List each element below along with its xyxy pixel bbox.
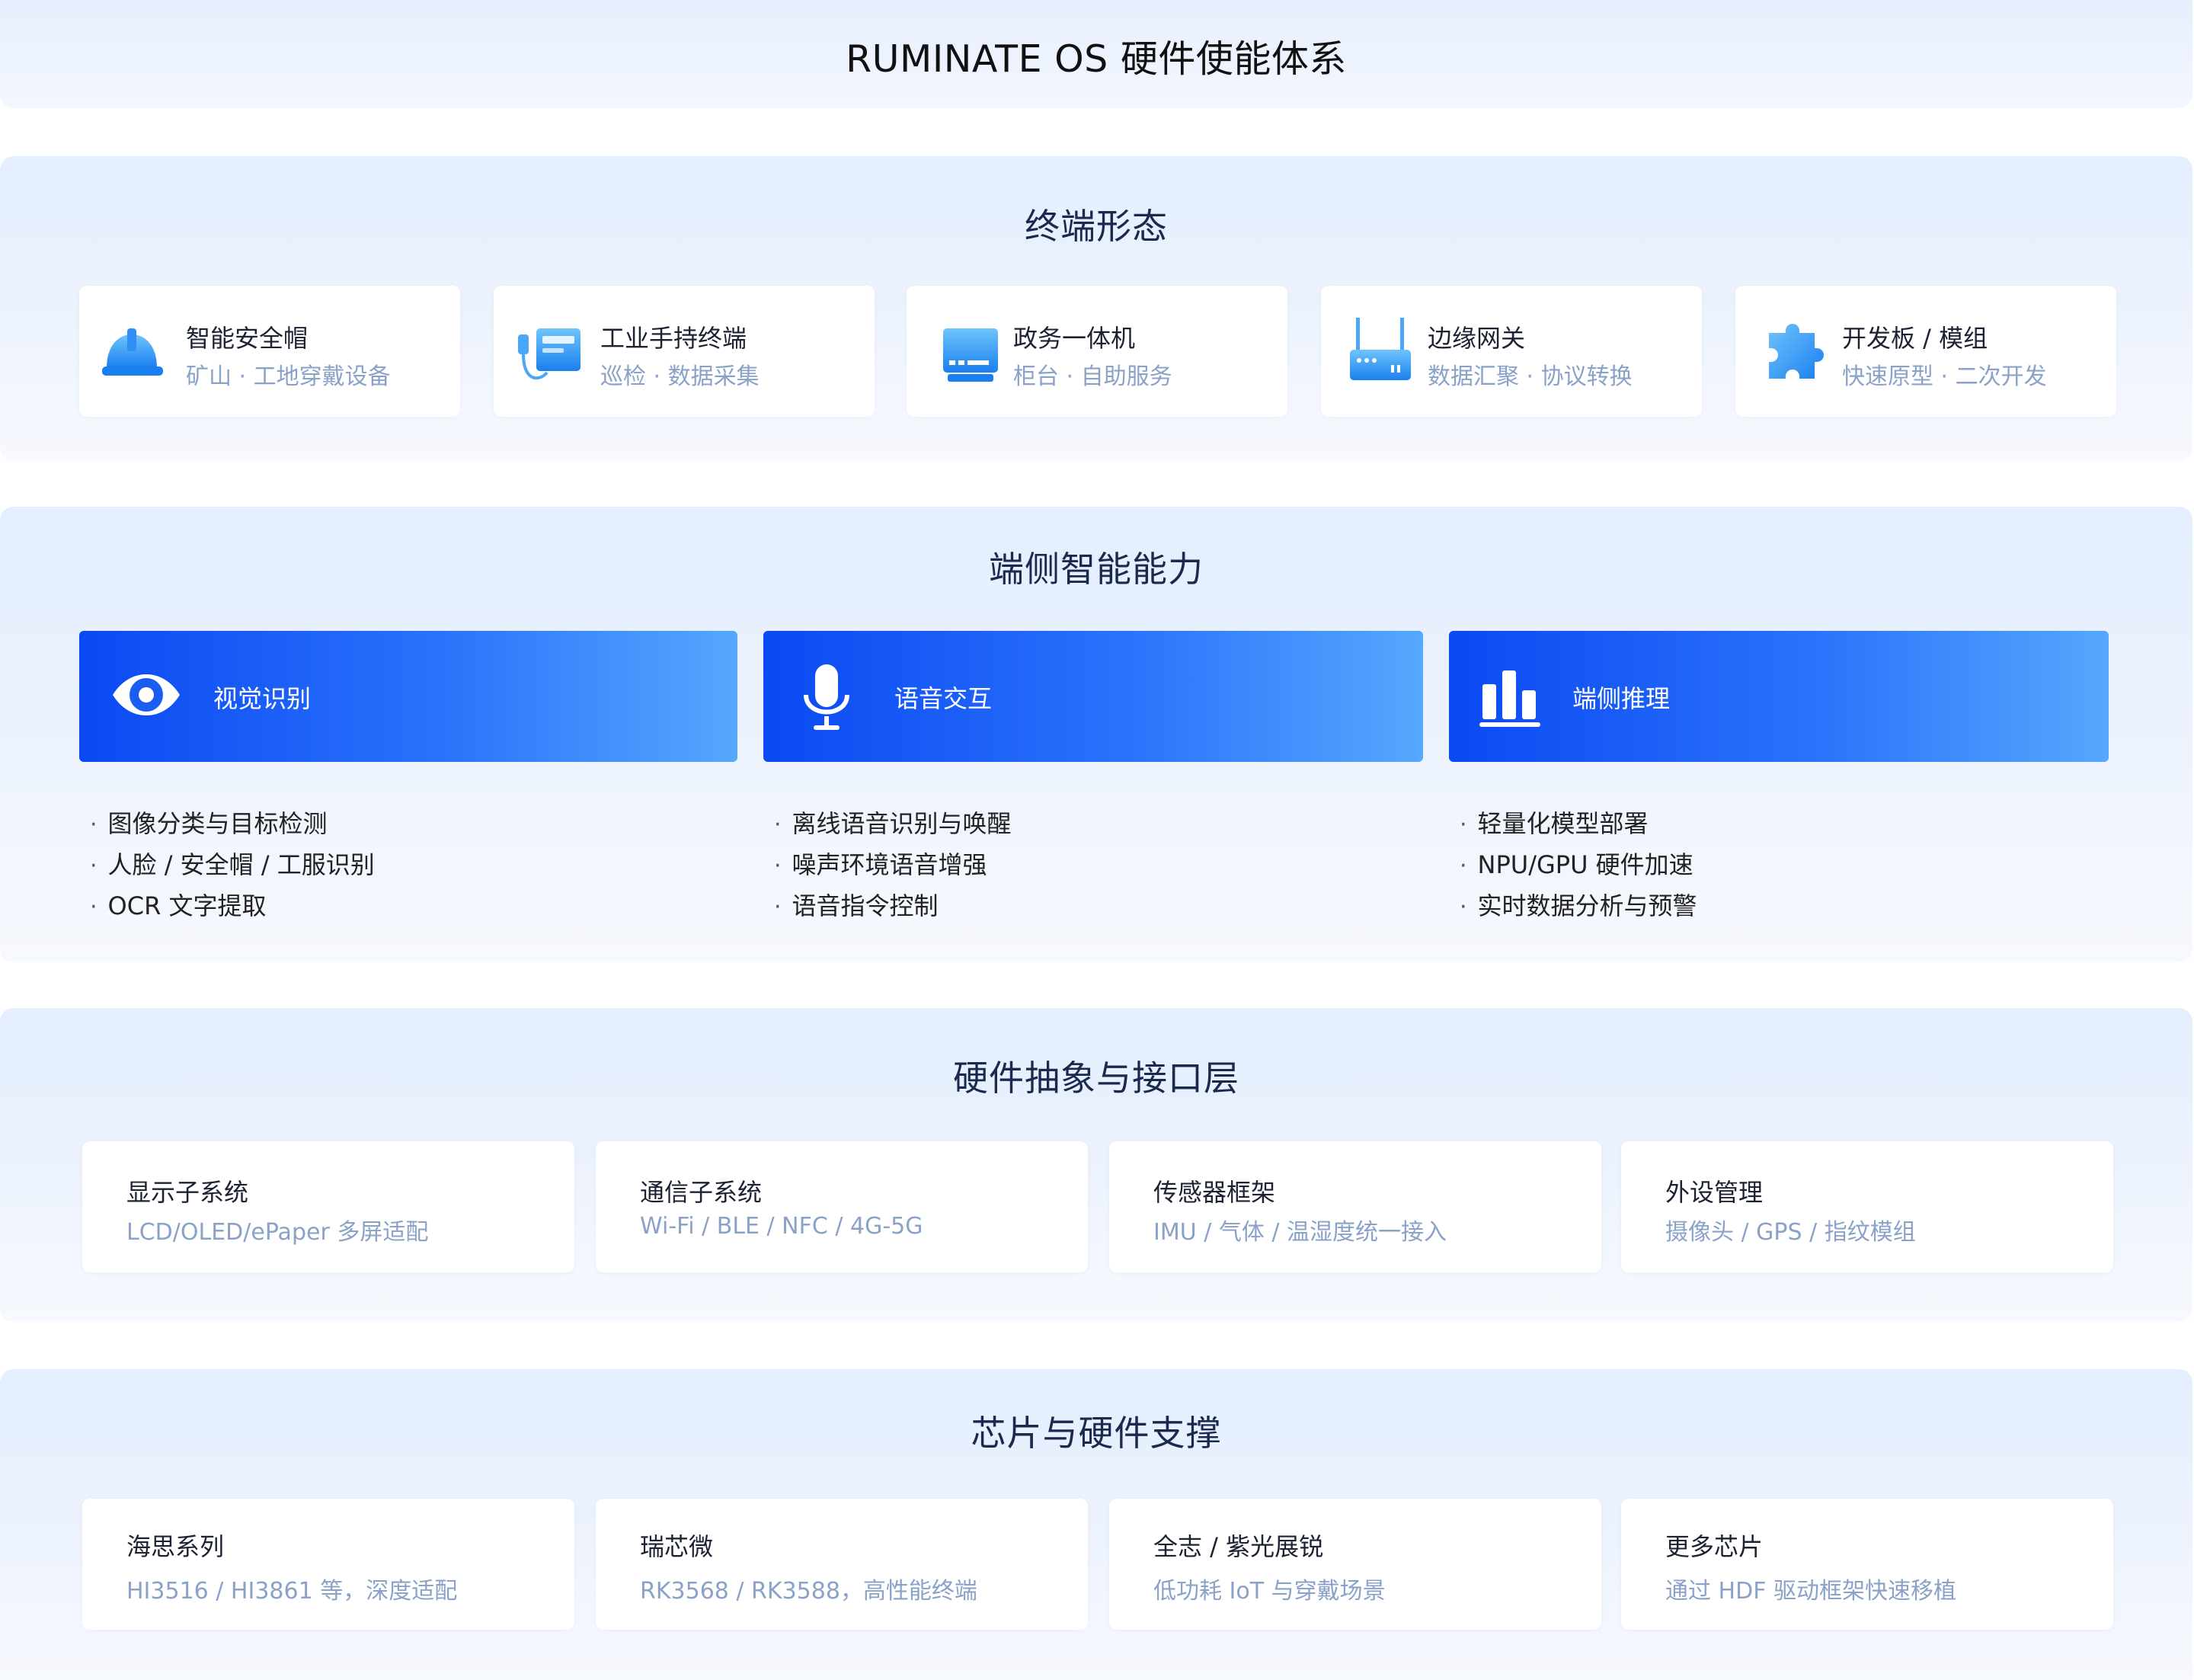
hal-title: 硬件抽象与接口层 [953,1058,1239,1099]
capability-bar-inference: 端侧推理 [1449,631,2109,762]
capability-bullet: 实时数据分析与预警 [1460,886,1697,927]
capability-bullets-vision: 图像分类与目标检测 人脸 / 安全帽 / 工服识别 OCR 文字提取 [90,804,375,927]
capability-bullet: NPU/GPU 硬件加速 [1460,845,1697,886]
terminal-title: 工业手持终端 [600,324,747,353]
terminal-subtitle: 快速原型 · 二次开发 [1842,363,2047,390]
chip-card-title: 海思系列 [126,1532,225,1561]
capability-label: 语音交互 [894,684,993,713]
capability-bullet: OCR 文字提取 [90,886,375,927]
terminal-subtitle: 巡检 · 数据采集 [600,363,760,390]
terminal-card-handheld: 工业手持终端 巡检 · 数据采集 [494,286,875,417]
capability-label: 端侧推理 [1572,684,1671,713]
bar-chart-icon [1479,670,1540,727]
page-title: RUMINATE OS 硬件使能体系 [846,37,1347,81]
chips-panel: 芯片与硬件支撑 海思系列 HI3516 / HI3861 等，深度适配 瑞芯微 … [0,1369,2192,1680]
capability-bullet: 噪声环境语音增强 [774,845,1012,886]
terminals-panel: 终端形态 智能安全帽 矿山 · 工地穿戴设备 工业手持终端 巡检 · 数据采集 [0,156,2192,461]
handheld-terminal-icon [518,328,580,380]
eye-icon [113,674,180,715]
hal-card-title: 显示子系统 [126,1178,249,1207]
capability-bullets-inference: 轻量化模型部署 NPU/GPU 硬件加速 实时数据分析与预警 [1460,804,1697,927]
hal-card-subtitle: LCD/OLED/ePaper 多屏适配 [126,1219,429,1246]
header-panel: RUMINATE OS 硬件使能体系 [0,0,2192,108]
terminal-title: 政务一体机 [1013,324,1136,353]
hal-card-sensor: 传感器框架 IMU / 气体 / 温湿度统一接入 [1109,1141,1601,1272]
kiosk-icon [943,328,998,382]
capability-bar-voice: 语音交互 [763,631,1423,762]
terminal-card-kiosk: 政务一体机 柜台 · 自助服务 [907,286,1287,417]
terminal-subtitle: 矿山 · 工地穿戴设备 [186,363,391,390]
chip-card-subtitle: HI3516 / HI3861 等，深度适配 [126,1578,458,1605]
terminal-card-helmet: 智能安全帽 矿山 · 工地穿戴设备 [79,286,460,417]
capability-bullet: 语音指令控制 [774,886,1012,927]
hal-card-title: 传感器框架 [1153,1178,1276,1207]
chips-title: 芯片与硬件支撑 [971,1413,1222,1454]
hal-panel: 硬件抽象与接口层 显示子系统 LCD/OLED/ePaper 多屏适配 通信子系… [0,1008,2192,1322]
hal-card-display: 显示子系统 LCD/OLED/ePaper 多屏适配 [82,1141,574,1272]
chip-card-hisilicon: 海思系列 HI3516 / HI3861 等，深度适配 [82,1499,574,1630]
capabilities-title: 端侧智能能力 [989,549,1204,590]
hal-card-comm: 通信子系统 Wi-Fi / BLE / NFC / 4G-5G [596,1141,1088,1272]
hal-card-peripheral: 外设管理 摄像头 / GPS / 指纹模组 [1621,1141,2113,1272]
terminal-card-gateway: 边缘网关 数据汇聚 · 协议转换 [1321,286,1702,417]
terminal-subtitle: 数据汇聚 · 协议转换 [1428,363,1633,390]
chip-card-title: 更多芯片 [1665,1532,1764,1561]
chip-card-allwinner: 全志 / 紫光展锐 低功耗 IoT 与穿戴场景 [1109,1499,1601,1630]
capability-bar-vision: 视觉识别 [79,631,737,762]
chip-card-subtitle: 低功耗 IoT 与穿戴场景 [1153,1578,1386,1605]
capability-bullets-voice: 离线语音识别与唤醒 噪声环境语音增强 语音指令控制 [774,804,1012,927]
chip-card-rockchip: 瑞芯微 RK3568 / RK3588，高性能终端 [596,1499,1088,1630]
capability-bullet: 图像分类与目标检测 [90,804,375,845]
chip-card-title: 瑞芯微 [640,1532,714,1561]
router-icon [1350,318,1411,380]
hal-card-title: 外设管理 [1665,1178,1764,1207]
puzzle-icon [1769,324,1824,379]
chip-card-subtitle: RK3568 / RK3588，高性能终端 [640,1578,977,1605]
terminal-subtitle: 柜台 · 自助服务 [1013,363,1172,390]
capability-label: 视觉识别 [213,684,312,713]
chip-card-title: 全志 / 紫光展锐 [1153,1532,1324,1561]
terminal-title: 智能安全帽 [186,324,309,353]
terminals-title: 终端形态 [1025,206,1168,247]
microphone-icon [804,664,849,730]
capabilities-panel: 端侧智能能力 视觉识别 图像分类与目标检测 人脸 / 安全帽 / 工服识别 OC… [0,507,2192,962]
hal-card-subtitle: IMU / 气体 / 温湿度统一接入 [1153,1219,1447,1246]
helmet-icon [102,328,163,376]
capability-bullet: 轻量化模型部署 [1460,804,1697,845]
terminal-card-devboard: 开发板 / 模组 快速原型 · 二次开发 [1735,286,2116,417]
hal-card-subtitle: 摄像头 / GPS / 指纹模组 [1665,1219,1916,1246]
capability-bullet: 离线语音识别与唤醒 [774,804,1012,845]
chip-card-subtitle: 通过 HDF 驱动框架快速移植 [1665,1578,1956,1605]
hal-card-title: 通信子系统 [640,1178,763,1207]
hal-card-subtitle: Wi-Fi / BLE / NFC / 4G-5G [640,1213,923,1240]
chip-card-more: 更多芯片 通过 HDF 驱动框架快速移植 [1621,1499,2113,1630]
terminal-title: 边缘网关 [1428,324,1526,353]
terminal-title: 开发板 / 模组 [1842,324,1988,353]
capability-bullet: 人脸 / 安全帽 / 工服识别 [90,845,375,886]
